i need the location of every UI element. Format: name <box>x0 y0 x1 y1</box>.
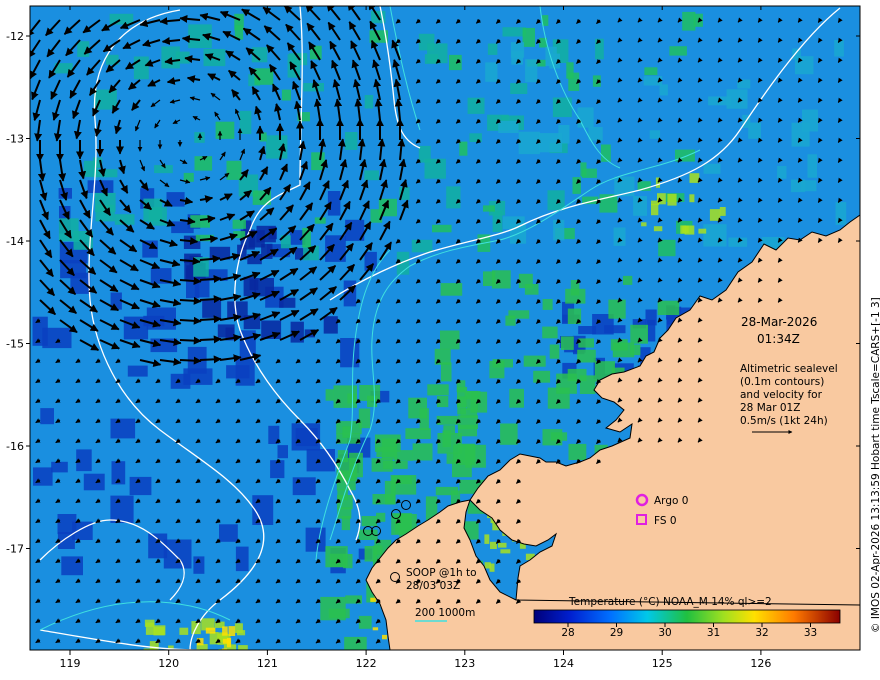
fs-label: FS 0 <box>654 515 677 527</box>
lon-tick-label: 122 <box>356 657 377 670</box>
lon-tick-label: 126 <box>750 657 771 670</box>
lon-tick-label: 119 <box>60 657 81 670</box>
soop-label-2: 28/03 03Z <box>406 580 460 592</box>
depth-legend: 200 1000m <box>415 607 475 619</box>
altimetry-note-1: Altimetric sealevel <box>740 363 838 375</box>
colorbar-tick-label: 31 <box>707 627 720 639</box>
colorbar-tick-label: 32 <box>755 627 768 639</box>
lat-tick-label: -16 <box>6 440 24 453</box>
lat-tick-label: -13 <box>6 133 24 146</box>
colorbar-tick-label: 33 <box>804 627 817 639</box>
date-label: 28-Mar-2026 <box>741 315 817 329</box>
lat-tick-label: -14 <box>6 235 24 248</box>
sst-map: 119 120 121 122 123 124 125 126 -12 -13 -14 -15 -16… <box>6 5 880 670</box>
altimetry-note-3: and velocity for <box>740 389 823 401</box>
colorbar-title: Temperature (°C) NOAA_M 14% ql>=2 <box>568 596 772 608</box>
lon-tick-label: 123 <box>454 657 475 670</box>
argo-label: Argo 0 <box>654 495 688 507</box>
time-label: 01:34Z <box>757 332 800 346</box>
altimetry-note-5: 0.5m/s (1kt 24h) <box>740 415 828 427</box>
lon-tick-label: 124 <box>553 657 574 670</box>
credit-label: © IMOS 02-Apr-2026 13:13:59 Hobart time … <box>870 297 880 633</box>
soop-label-1: SOOP @1h to <box>406 567 477 579</box>
colorbar <box>533 609 841 624</box>
altimetry-note-2: (0.1m contours) <box>740 376 824 388</box>
lon-tick-label: 120 <box>158 657 179 670</box>
lat-tick-label: -15 <box>6 338 24 351</box>
colorbar-tick-label: 29 <box>610 627 623 639</box>
lon-tick-label: 121 <box>257 657 278 670</box>
lat-tick-label: -12 <box>6 30 24 43</box>
colorbar-tick-label: 28 <box>561 627 574 639</box>
colorbar-tick-label: 30 <box>658 627 671 639</box>
altimetry-note-4: 28 Mar 01Z <box>740 402 800 414</box>
lat-tick-label: -17 <box>6 543 24 556</box>
lon-tick-label: 125 <box>652 657 673 670</box>
